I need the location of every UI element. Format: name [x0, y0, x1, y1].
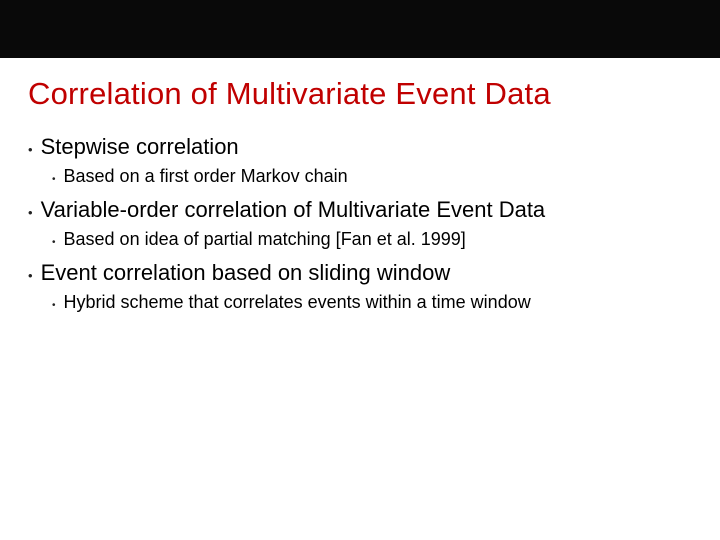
bullet-text: Event correlation based on sliding windo… [41, 260, 451, 286]
sub-bullet-row: • Hybrid scheme that correlates events w… [52, 292, 692, 313]
bullet-icon: • [52, 233, 56, 248]
slide-content: Correlation of Multivariate Event Data •… [0, 58, 720, 313]
sub-bullet-text: Based on idea of partial matching [Fan e… [64, 229, 466, 250]
bullet-list: • Stepwise correlation • Based on a firs… [28, 134, 692, 313]
bullet-icon: • [52, 170, 56, 185]
list-item: • Stepwise correlation • Based on a firs… [28, 134, 692, 187]
sub-bullet-text: Based on a first order Markov chain [64, 166, 348, 187]
list-item: • Variable-order correlation of Multivar… [28, 197, 692, 250]
bullet-row: • Event correlation based on sliding win… [28, 260, 692, 286]
bullet-row: • Stepwise correlation [28, 134, 692, 160]
bullet-row: • Variable-order correlation of Multivar… [28, 197, 692, 223]
list-item: • Event correlation based on sliding win… [28, 260, 692, 313]
sub-bullet-text: Hybrid scheme that correlates events wit… [64, 292, 531, 313]
bullet-text: Stepwise correlation [41, 134, 239, 160]
bullet-icon: • [52, 296, 56, 311]
bullet-text: Variable-order correlation of Multivaria… [41, 197, 546, 223]
sub-bullet-row: • Based on idea of partial matching [Fan… [52, 229, 692, 250]
bullet-icon: • [28, 137, 33, 156]
slide-title: Correlation of Multivariate Event Data [28, 76, 692, 112]
top-title-band [0, 0, 720, 58]
bullet-icon: • [28, 200, 33, 219]
bullet-icon: • [28, 263, 33, 282]
sub-bullet-row: • Based on a first order Markov chain [52, 166, 692, 187]
